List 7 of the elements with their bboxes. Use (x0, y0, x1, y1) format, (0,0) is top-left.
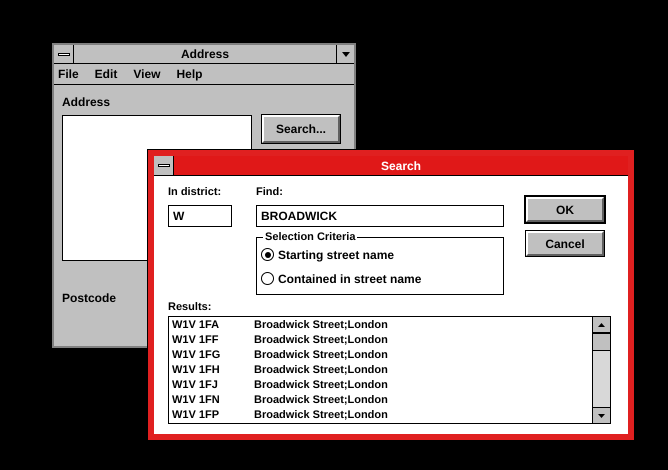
field-label: Find: (256, 185, 284, 200)
field-label: Results: (168, 300, 212, 312)
field-label: Postcode (62, 290, 116, 307)
field-label: Address (62, 94, 110, 111)
dialog-title: Search (380, 158, 422, 175)
window-title: Address (180, 46, 230, 63)
field-label: In district: (168, 185, 222, 200)
